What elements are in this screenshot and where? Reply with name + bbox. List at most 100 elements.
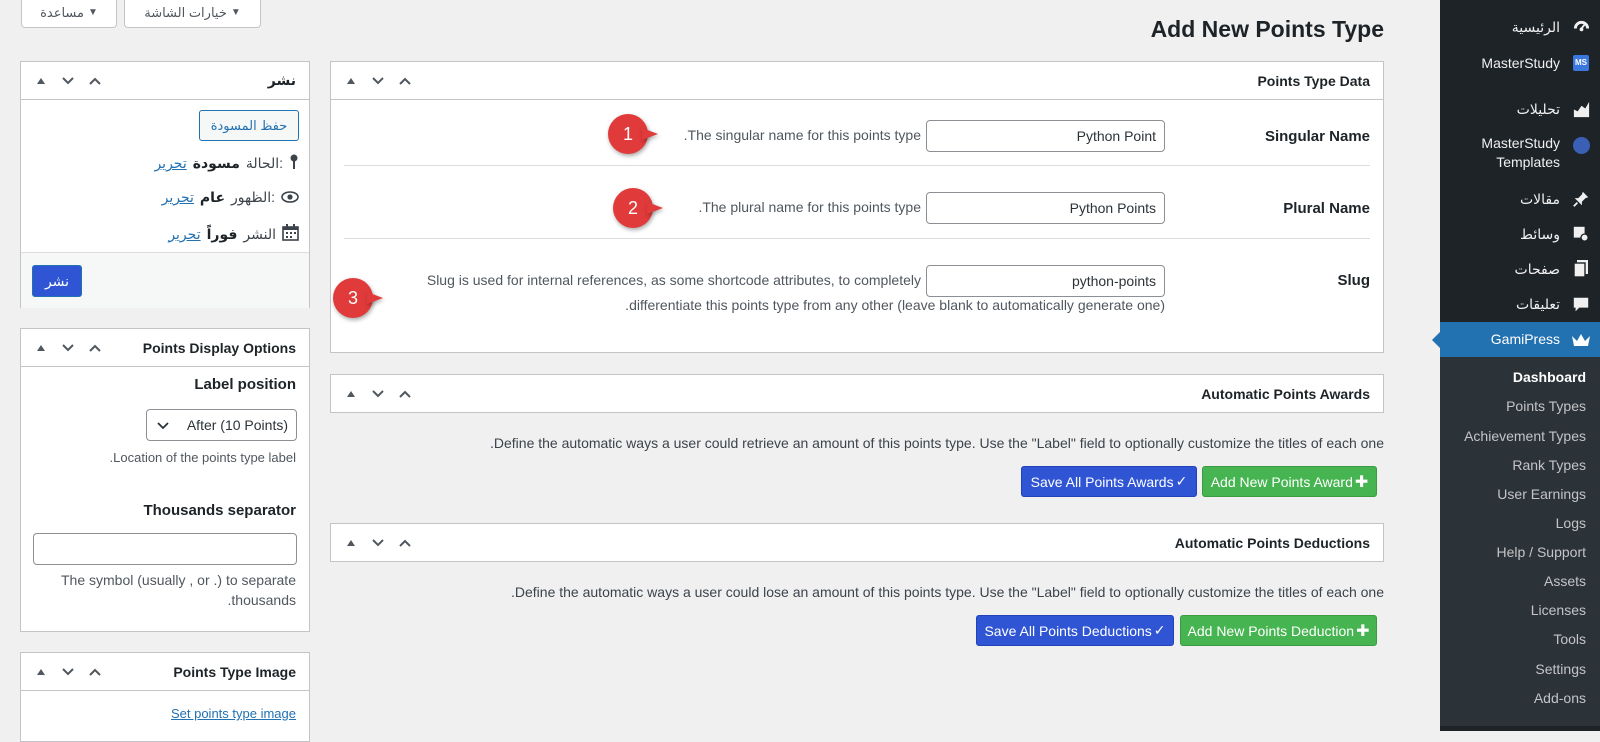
help-tab[interactable]: مساعدة ▼ (21, 0, 117, 28)
sidebar-item-masterstudy-templates[interactable]: MasterStudy Templates (1440, 134, 1600, 176)
visibility-label: الظهور: (231, 189, 275, 205)
label-position-title: Label position (194, 376, 296, 393)
sidebar-item-dashboard[interactable]: الرئيسية (1440, 14, 1600, 40)
chevron-down-icon[interactable] (58, 662, 77, 681)
pin-icon (1570, 188, 1592, 210)
postbox-title: Automatic Points Awards (1201, 385, 1370, 402)
save-points-awards-label: Save All Points Awards (1030, 473, 1174, 490)
postbox-header: Points Type Data (331, 62, 1383, 100)
publish-button[interactable]: نشر (32, 265, 82, 297)
move-arrow-icon[interactable] (31, 338, 50, 357)
submenu-item-user-earnings[interactable]: User Earnings (1497, 486, 1586, 502)
edit-visibility-link[interactable]: تحرير (162, 189, 194, 206)
sidebar-item-pages[interactable]: صفحات (1440, 256, 1600, 282)
move-arrow-icon[interactable] (31, 662, 50, 681)
sidebar-item-label: GamiPress (1490, 331, 1560, 347)
handle-actions (31, 338, 104, 357)
chevron-down-icon[interactable] (58, 71, 77, 90)
publish-box: نشر حفظ المسودة الحالة: مسودة تحرير الظه… (20, 61, 310, 308)
publish-actions-bar: نشر (21, 252, 309, 308)
sidebar-item-gamipress[interactable]: GamiPress (1432, 322, 1600, 357)
chevron-down-icon (157, 417, 169, 433)
submenu-item-points-types[interactable]: Points Types (1506, 398, 1586, 414)
schedule-label: النشر (243, 225, 276, 242)
chevron-up-icon[interactable] (395, 71, 414, 90)
sidebar-item-posts[interactable]: مقالات (1440, 186, 1600, 212)
save-draft-button[interactable]: حفظ المسودة (199, 110, 299, 141)
sidebar-item-label: تعليقات (1515, 295, 1560, 312)
move-arrow-icon[interactable] (341, 71, 360, 90)
sidebar-item-analytics[interactable]: تحليلات (1440, 96, 1600, 122)
submenu-item-tools[interactable]: Tools (1553, 631, 1586, 647)
submenu-item-settings[interactable]: Settings (1535, 661, 1586, 677)
chevron-down-icon[interactable] (368, 533, 387, 552)
label-position-value: After (10 Points) (186, 417, 288, 433)
submenu-item-achievement-types[interactable]: Achievement Types (1464, 428, 1586, 444)
submenu-item-assets[interactable]: Assets (1544, 573, 1586, 589)
chevron-up-icon[interactable] (395, 533, 414, 552)
submenu-item-logs[interactable]: Logs (1556, 515, 1586, 531)
move-arrow-icon[interactable] (341, 384, 360, 403)
add-points-award-button[interactable]: Add New Points Award ✚ (1202, 466, 1377, 497)
admin-sidebar: الرئيسية MS MasterStudy تحليلات MasterSt… (1432, 0, 1600, 731)
edit-status-link[interactable]: تحرير (154, 155, 186, 172)
sidebar-item-comments[interactable]: تعليقات (1440, 291, 1600, 317)
save-points-awards-button[interactable]: Save All Points Awards ✓ (1021, 466, 1197, 497)
gamipress-submenu: Dashboard Points Types Achievement Types… (1440, 357, 1600, 726)
badge-pointer (367, 292, 383, 304)
add-points-award-label: Add New Points Award (1210, 473, 1353, 490)
templates-icon (1570, 134, 1592, 156)
help-label: مساعدة (40, 4, 84, 20)
move-arrow-icon[interactable] (31, 71, 50, 90)
submenu-item-licenses[interactable]: Licenses (1531, 602, 1586, 618)
sidebar-item-masterstudy[interactable]: MS MasterStudy (1440, 50, 1600, 76)
submenu-item-rank-types[interactable]: Rank Types (1512, 457, 1586, 473)
submenu-item-help-support[interactable]: Help / Support (1497, 544, 1587, 560)
thousands-separator-input[interactable] (33, 533, 297, 565)
visibility-row: الظهور: عام تحرير (162, 189, 299, 206)
slug-input[interactable] (926, 265, 1165, 297)
chevron-up-icon[interactable] (85, 71, 104, 90)
chevron-down-icon[interactable] (368, 71, 387, 90)
slug-label: Slug (1337, 272, 1371, 289)
chevron-up-icon[interactable] (85, 662, 104, 681)
check-icon: ✓ (1175, 473, 1188, 489)
masterstudy-icon: MS (1570, 52, 1592, 74)
add-points-deduction-label: Add New Points Deduction (1187, 622, 1355, 639)
pages-icon (1570, 258, 1592, 280)
plus-icon: ✚ (1356, 622, 1370, 640)
submenu-item-dashboard[interactable]: Dashboard (1513, 369, 1586, 385)
sidebar-item-label: صفحات (1514, 260, 1560, 277)
chevron-up-icon[interactable] (85, 338, 104, 357)
chevron-down-icon[interactable] (368, 384, 387, 403)
save-points-deductions-button[interactable]: Save All Points Deductions ✓ (976, 615, 1174, 646)
callout-badge-2: 2 (613, 188, 663, 228)
handle-actions (31, 71, 104, 90)
add-points-deduction-button[interactable]: Add New Points Deduction ✚ (1180, 615, 1377, 646)
singular-name-input[interactable] (926, 120, 1165, 152)
plus-icon: ✚ (1354, 473, 1369, 491)
submenu-item-add-ons[interactable]: Add-ons (1534, 690, 1586, 706)
chevron-down-icon[interactable] (58, 338, 77, 357)
screen-options-tab[interactable]: خيارات الشاشة ▼ (124, 0, 261, 28)
label-position-desc: Location of the points type label. (109, 450, 296, 465)
postbox-title: Points Type Data (1257, 72, 1370, 89)
sidebar-item-label: الرئيسية (1511, 18, 1560, 35)
plural-name-input[interactable] (926, 192, 1165, 224)
page-title: Add New Points Type (1150, 16, 1384, 42)
sidebar-item-label: مقالات (1519, 190, 1560, 207)
thousands-desc-line2: thousands. (227, 592, 297, 608)
set-points-type-image-link[interactable]: Set points type image (171, 706, 296, 721)
points-deductions-box: Automatic Points Deductions (330, 523, 1384, 562)
callout-badge-3: 3 (333, 278, 383, 318)
edit-schedule-link[interactable]: تحرير (168, 226, 200, 243)
divider (344, 165, 1370, 166)
singular-name-label: Singular Name (1264, 128, 1370, 145)
postbox-header: Automatic Points Deductions (331, 524, 1383, 561)
label-position-select[interactable]: After (10 Points) (146, 409, 297, 441)
sidebar-item-media[interactable]: وسائط (1440, 221, 1600, 247)
move-arrow-icon[interactable] (341, 533, 360, 552)
handle-actions (31, 662, 104, 681)
chevron-up-icon[interactable] (395, 384, 414, 403)
points-type-image-box: Points Type Image Set points type image (20, 652, 310, 742)
